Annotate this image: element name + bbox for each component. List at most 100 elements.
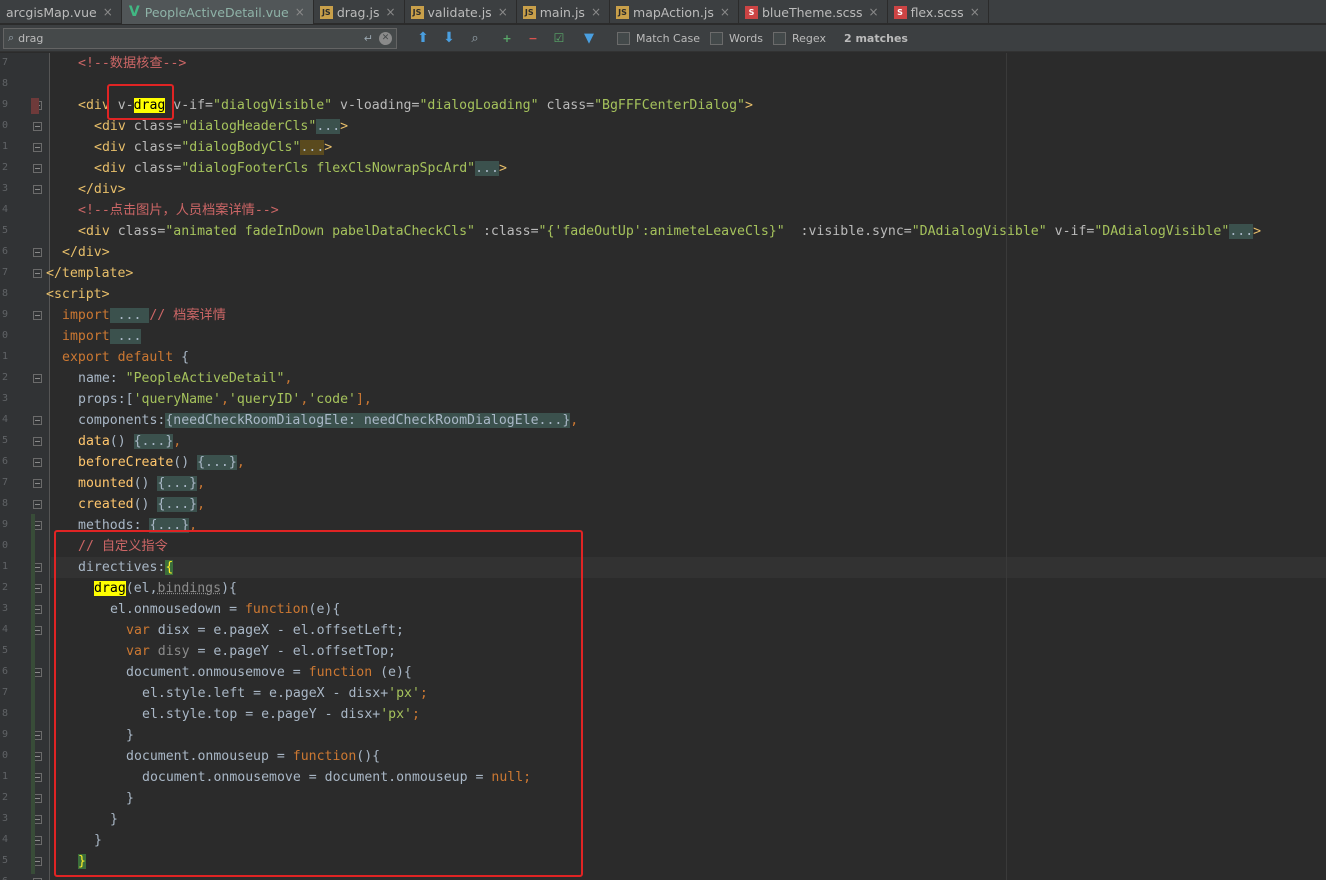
code-line: name: "PeopleActiveDetail", bbox=[78, 371, 293, 386]
line-number: 6 bbox=[1, 246, 8, 257]
tab-0[interactable]: arcgisMap.vue × bbox=[0, 0, 122, 24]
right-margin-guide bbox=[1006, 53, 1007, 880]
fold-toggle-icon[interactable] bbox=[33, 437, 42, 446]
close-icon[interactable]: × bbox=[103, 5, 113, 19]
line-number: 7 bbox=[1, 477, 8, 488]
code-line: </template> bbox=[46, 266, 134, 281]
code-line: <div class="animated fadeInDown pabelDat… bbox=[78, 224, 1262, 239]
breakpoint-marker[interactable] bbox=[31, 98, 39, 114]
fold-toggle-icon[interactable] bbox=[33, 479, 42, 488]
tab-7[interactable]: Sflex.scss × bbox=[888, 0, 989, 24]
fold-toggle-icon[interactable] bbox=[33, 500, 42, 509]
fold-toggle-icon[interactable] bbox=[33, 416, 42, 425]
line-number: 4 bbox=[1, 834, 8, 845]
tab-5[interactable]: JS mapAction.js × bbox=[610, 0, 739, 24]
tab-label: main.js bbox=[539, 4, 585, 20]
tab-6[interactable]: SblueTheme.scss × bbox=[739, 0, 888, 24]
line-number: 4 bbox=[1, 204, 8, 215]
search-icon[interactable]: ⌕ bbox=[8, 31, 14, 45]
match-case-checkbox[interactable]: Match Case bbox=[617, 31, 700, 45]
line-number: 4 bbox=[1, 624, 8, 635]
annotation-box-v-drag bbox=[107, 84, 174, 120]
words-checkbox[interactable]: Words bbox=[709, 31, 763, 45]
code-line: <!--数据核查--> bbox=[78, 56, 187, 71]
close-icon[interactable]: × bbox=[591, 5, 601, 19]
tab-label: flex.scss bbox=[910, 4, 964, 20]
line-number: 8 bbox=[1, 78, 8, 89]
match-case-label: Match Case bbox=[636, 31, 700, 45]
scss-file-icon: S bbox=[744, 5, 758, 19]
js-file-icon: JS bbox=[319, 5, 333, 19]
code-line: <div class="dialogFooterCls flexClsNowra… bbox=[94, 161, 507, 176]
match-count: 2 matches bbox=[843, 31, 908, 45]
editor-tab-bar: arcgisMap.vue × V PeopleActiveDetail.vue × JS… bbox=[0, 0, 1326, 24]
line-number: 5 bbox=[1, 225, 8, 236]
code-line: <!--点击图片，人员档案详情--> bbox=[78, 203, 279, 218]
close-icon[interactable]: × bbox=[385, 5, 395, 19]
code-line: props:['queryName','queryID','code'], bbox=[78, 392, 372, 407]
code-line: </div> bbox=[62, 245, 110, 260]
code-line: components:{needCheckRoomDialogEle: need… bbox=[78, 413, 579, 428]
line-number: 0 bbox=[1, 540, 8, 551]
line-number: 2 bbox=[1, 582, 8, 593]
line-number: 7 bbox=[1, 267, 8, 278]
close-icon[interactable]: × bbox=[970, 5, 980, 19]
code-line: <div class="dialogBodyCls"...> bbox=[94, 140, 333, 155]
words-label: Words bbox=[728, 31, 763, 45]
close-icon[interactable]: × bbox=[295, 5, 305, 19]
line-number: 1 bbox=[1, 141, 8, 152]
fold-toggle-icon[interactable] bbox=[33, 311, 42, 320]
fold-toggle-icon[interactable] bbox=[33, 374, 42, 383]
scss-file-icon: S bbox=[893, 5, 907, 19]
fold-toggle-icon[interactable] bbox=[33, 458, 42, 467]
clear-search-icon[interactable]: ✕ bbox=[379, 31, 392, 45]
regex-label: Regex bbox=[792, 31, 826, 45]
fold-toggle-icon[interactable] bbox=[33, 164, 42, 173]
line-number: 8 bbox=[1, 708, 8, 719]
line-number: 6 bbox=[1, 456, 8, 467]
line-number: 9 bbox=[1, 729, 8, 740]
search-field[interactable]: ⌕ ↵ ✕ bbox=[3, 27, 397, 49]
tab-3[interactable]: JS validate.js × bbox=[405, 0, 517, 24]
line-number: 0 bbox=[1, 750, 8, 761]
fold-toggle-icon[interactable] bbox=[33, 185, 42, 194]
code-line: beforeCreate() {...}, bbox=[78, 455, 245, 470]
find-bar: ⌕ ↵ ✕ ⬆ ⬇ ⌕ + − ☑ ▼ Match Case Words Reg… bbox=[0, 25, 1326, 52]
close-icon[interactable]: × bbox=[869, 5, 879, 19]
filter-icon[interactable]: ▼ bbox=[577, 27, 601, 49]
fold-toggle-icon[interactable] bbox=[33, 269, 42, 278]
line-number: 8 bbox=[1, 498, 8, 509]
line-number: 2 bbox=[1, 162, 8, 173]
line-number: 0 bbox=[1, 120, 8, 131]
line-number: 3 bbox=[1, 183, 8, 194]
line-number: 3 bbox=[1, 603, 8, 614]
tab-2[interactable]: JS drag.js × bbox=[314, 0, 405, 24]
line-number: 6 bbox=[1, 666, 8, 677]
code-line: created() {...}, bbox=[78, 497, 206, 512]
line-number: 7 bbox=[1, 57, 8, 68]
fold-toggle-icon[interactable] bbox=[33, 143, 42, 152]
words-box[interactable] bbox=[709, 31, 723, 45]
regex-checkbox[interactable]: Regex bbox=[773, 31, 826, 45]
search-input[interactable] bbox=[18, 31, 364, 45]
previous-occurrence-button[interactable]: ⬆ bbox=[411, 27, 435, 49]
find-all-icon[interactable]: ⌕ bbox=[463, 27, 487, 49]
remove-selection-icon[interactable]: − bbox=[521, 27, 545, 49]
regex-box[interactable] bbox=[773, 31, 786, 45]
tab-label: validate.js bbox=[427, 4, 492, 20]
fold-toggle-icon[interactable] bbox=[33, 248, 42, 257]
select-all-occurrences-icon[interactable]: ☑ bbox=[547, 27, 571, 49]
close-icon[interactable]: × bbox=[498, 5, 508, 19]
add-selection-icon[interactable]: + bbox=[495, 27, 519, 49]
match-case-box[interactable] bbox=[617, 31, 630, 45]
tab-1[interactable]: V PeopleActiveDetail.vue × bbox=[121, 0, 314, 24]
next-occurrence-button[interactable]: ⬇ bbox=[437, 27, 461, 49]
line-number: 1 bbox=[1, 351, 8, 362]
close-icon[interactable]: × bbox=[720, 5, 730, 19]
line-number: 1 bbox=[1, 771, 8, 782]
fold-toggle-icon[interactable] bbox=[33, 122, 42, 131]
line-number: 5 bbox=[1, 855, 8, 866]
js-file-icon: JS bbox=[522, 5, 536, 19]
line-number: 5 bbox=[1, 435, 8, 446]
tab-4[interactable]: JS main.js × bbox=[517, 0, 611, 24]
